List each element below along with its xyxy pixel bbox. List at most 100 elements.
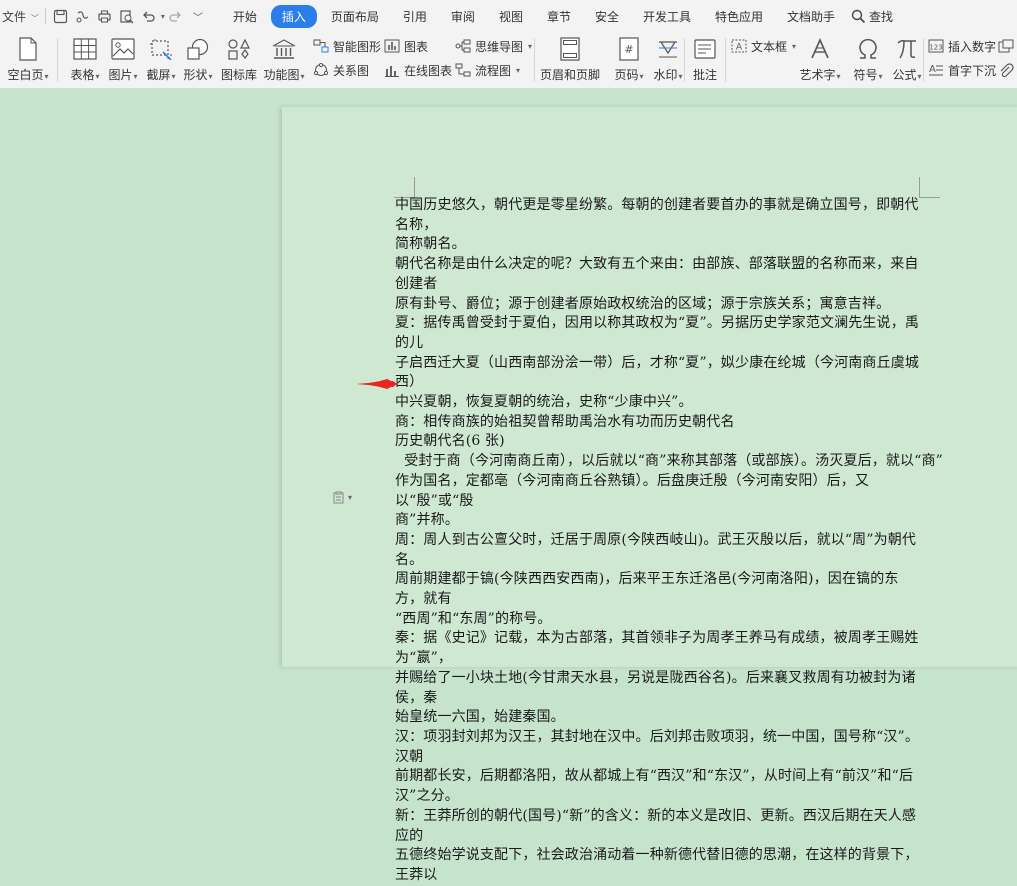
blank-page-icon bbox=[15, 36, 41, 62]
pi-formula-icon bbox=[894, 36, 920, 62]
chart-icon bbox=[384, 38, 400, 54]
art-text-button[interactable]: 艺术字▾ bbox=[795, 34, 845, 86]
tab-page-layout[interactable]: 页面布局 bbox=[321, 5, 389, 28]
header-footer-icon bbox=[557, 36, 583, 62]
svg-text:123: 123 bbox=[929, 44, 942, 52]
divider bbox=[684, 38, 685, 82]
smart-art-button[interactable]: 智能图形 bbox=[313, 36, 381, 56]
doc-line: 原有卦号、爵位；源于创建者原始政权统治的区域；源于宗族关系；寓意吉祥。 bbox=[395, 295, 891, 312]
picture-icon bbox=[110, 36, 136, 62]
online-chart-icon bbox=[384, 62, 400, 78]
tab-review[interactable]: 审阅 bbox=[441, 5, 485, 28]
mind-map-button[interactable]: 思维导图 ▾ bbox=[455, 36, 532, 56]
drop-cap-icon: A bbox=[928, 62, 944, 78]
omega-symbol-icon bbox=[855, 36, 881, 62]
doc-line: 周前期建都于镐(今陕西西安西南)，后来平王东迁洛邑(今河南洛阳)，因在镐的东方，… bbox=[395, 571, 899, 608]
doc-line: 受封于商（今河南商丘南），以后就以“商”来称其部落（或部族）。汤灭夏后，就以“商… bbox=[395, 453, 943, 470]
icon-library-button[interactable]: 图标库 bbox=[214, 34, 264, 86]
doc-line: 作为国名，定都亳（今河南商丘谷熟镇）。后盘庚迁殷（今河南安阳）后，又以“殷”或“… bbox=[395, 472, 870, 509]
function-chart-button[interactable]: 功能图▾ bbox=[259, 34, 309, 86]
doc-line: 简称朝名。 bbox=[395, 236, 466, 253]
doc-line: 汉”之分。 bbox=[395, 788, 459, 805]
menu-bar: 文件 ﹀ ▾ ﹀ 开始 插入 页面布局 引用 审阅 视图 章节 安全 开发工具 … bbox=[0, 0, 1017, 32]
doc-line: 子启西迁大夏（山西南部汾浍一带）后，才称“夏”，姒少康在纶城（今河南商丘虞城西） bbox=[395, 354, 920, 391]
watermark-icon bbox=[655, 36, 681, 62]
doc-line: 前期都长安，后期都洛阳，故从都城上有“西汉”和“东汉”，从时间上有“前汉”和“后 bbox=[395, 768, 914, 785]
doc-line: 始皇统一六国，始建秦国。 bbox=[395, 709, 565, 726]
svg-text:A: A bbox=[929, 64, 936, 75]
doc-line: 五德终始学说支配下，社会政治涌动着一种新德代替旧德的思潮，在这样的背景下，王莽以 bbox=[395, 847, 919, 883]
print-preview-icon[interactable] bbox=[116, 5, 138, 27]
doc-line: 夏：据传禹曾受封于夏伯，因用以称其政权为“夏”。另据历史学家范文澜先生说，禹的儿 bbox=[395, 315, 920, 351]
insert-number-icon: 123 bbox=[928, 38, 944, 54]
flowchart-icon bbox=[455, 62, 471, 78]
doc-line: 商：相传商族的始祖契曾帮助禹治水有功而历史朝代名 bbox=[395, 413, 735, 430]
online-chart-button[interactable]: 在线图表 bbox=[384, 60, 452, 80]
tab-chapter[interactable]: 章节 bbox=[537, 5, 581, 28]
insert-number-button[interactable]: 123 插入数字 bbox=[928, 36, 996, 56]
relation-chart-icon bbox=[313, 62, 329, 78]
tab-view[interactable]: 视图 bbox=[489, 5, 533, 28]
divider bbox=[44, 8, 46, 24]
smart-art-icon bbox=[313, 38, 329, 54]
header-footer-button[interactable]: 页眉和页脚 bbox=[540, 34, 600, 86]
tab-special-apps[interactable]: 特色应用 bbox=[705, 5, 773, 28]
save-icon[interactable] bbox=[50, 5, 72, 27]
file-menu[interactable]: 文件 ﹀ bbox=[0, 8, 41, 25]
shape-icon bbox=[185, 36, 211, 62]
object-icon[interactable] bbox=[998, 36, 1014, 56]
margin-corner-mark bbox=[394, 177, 415, 198]
print-icon[interactable] bbox=[94, 5, 116, 27]
art-text-icon bbox=[807, 36, 833, 62]
doc-line: 汉：项羽封刘邦为汉王，其封地在汉中。后刘邦击败项羽，统一中国，国号称“汉”。汉朝 bbox=[395, 728, 920, 765]
doc-line: 朝代名称是由什么决定的呢？大致有五个来由：由部族、部落联盟的名称而来，来自创建者 bbox=[395, 256, 919, 292]
doc-line: 并赐给了一小块土地(今甘肃天水县，另说是陇西谷名)。后来襄叉救周有功被封为诸侯，… bbox=[395, 669, 916, 706]
drop-cap-button[interactable]: A 首字下沉 bbox=[928, 60, 996, 80]
flowchart-button[interactable]: 流程图 ▾ bbox=[455, 60, 520, 80]
attachment-icon[interactable] bbox=[998, 60, 1014, 80]
document-workspace: ▾ 中国历史悠久，朝代更是零星纷繁。每朝的创建者要首办的事就是确立国号，即朝代名… bbox=[0, 89, 1017, 883]
function-chart-icon bbox=[271, 36, 297, 62]
tab-home[interactable]: 开始 bbox=[223, 5, 267, 28]
blank-page-button[interactable]: 空白页▾ bbox=[3, 34, 53, 86]
icon-library-icon bbox=[226, 36, 252, 62]
undo-icon[interactable] bbox=[138, 5, 160, 27]
textbox-button[interactable]: A 文本框 ▾ bbox=[731, 36, 796, 56]
red-arrow-annotation bbox=[357, 379, 397, 389]
svg-text:#: # bbox=[624, 43, 633, 56]
screenshot-icon bbox=[148, 36, 174, 62]
tab-doc-assistant[interactable]: 文档助手 bbox=[777, 5, 845, 28]
doc-line: “西周”和“东周”的称号。 bbox=[395, 610, 552, 627]
paste-options-icon[interactable]: ▾ bbox=[332, 491, 352, 504]
table-icon bbox=[72, 36, 98, 62]
search-button[interactable]: 查找 bbox=[851, 8, 893, 25]
tab-insert[interactable]: 插入 bbox=[270, 4, 317, 28]
export-icon[interactable] bbox=[72, 5, 94, 27]
doc-line: 中兴夏朝，恢复夏朝的统治，史称“少康中兴”。 bbox=[395, 394, 693, 411]
tab-references[interactable]: 引用 bbox=[393, 5, 437, 28]
chart-button[interactable]: 图表 bbox=[384, 36, 428, 56]
customize-toolbar-icon[interactable]: ﹀ bbox=[187, 5, 209, 27]
divider bbox=[923, 38, 924, 82]
divider bbox=[534, 38, 535, 82]
image-caption-line: 历史朝代名(6 张) bbox=[395, 433, 505, 450]
document-body[interactable]: 中国历史悠久，朝代更是零星纷繁。每朝的创建者要首办的事就是确立国号，即朝代名称，… bbox=[395, 196, 943, 886]
doc-line: 中国历史悠久，朝代更是零星纷繁。每朝的创建者要首办的事就是确立国号，即朝代名称， bbox=[395, 197, 919, 233]
search-icon bbox=[851, 9, 866, 23]
redo-icon[interactable] bbox=[165, 5, 187, 27]
tab-security[interactable]: 安全 bbox=[585, 5, 629, 28]
doc-line: 新：王莽所创的朝代(国号)“新”的含义：新的本义是改旧、更新。西汉后期在天人感应… bbox=[395, 807, 917, 844]
comment-icon bbox=[692, 36, 718, 62]
relation-chart-button[interactable]: 关系图 bbox=[313, 60, 369, 80]
comment-button[interactable]: 批注 bbox=[686, 34, 724, 86]
doc-line: 秦：据《史记》记载，本为古部落，其首领非子为周孝王养马有成绩，被周孝王赐姓为“嬴… bbox=[395, 630, 919, 667]
svg-text:A: A bbox=[736, 43, 743, 53]
tab-developer[interactable]: 开发工具 bbox=[633, 5, 701, 28]
formula-button[interactable]: 公式▾ bbox=[882, 34, 932, 86]
divider bbox=[725, 38, 726, 82]
page-number-icon: # bbox=[616, 36, 642, 62]
document-page[interactable]: ▾ 中国历史悠久，朝代更是零星纷繁。每朝的创建者要首办的事就是确立国号，即朝代名… bbox=[282, 107, 1017, 883]
textbox-icon: A bbox=[731, 38, 747, 54]
doc-line: 商”并称。 bbox=[395, 512, 459, 529]
margin-corner-mark bbox=[919, 177, 940, 198]
